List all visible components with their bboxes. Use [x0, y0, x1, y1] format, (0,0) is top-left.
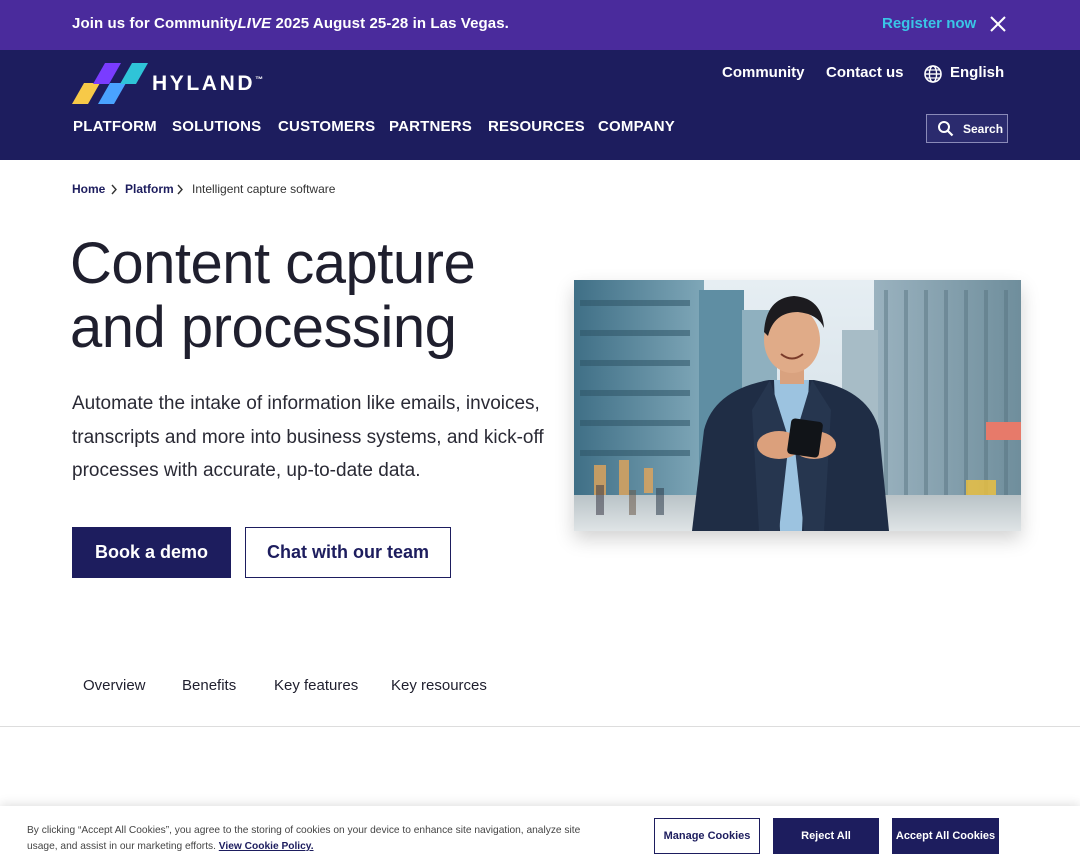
breadcrumb-current: Intelligent capture software	[192, 182, 336, 196]
search-button[interactable]: Search	[926, 114, 1008, 143]
chevron-right-icon	[177, 184, 183, 195]
contact-us-link[interactable]: Contact us	[826, 64, 904, 81]
page-title-line-2: and processing	[70, 295, 457, 360]
logo-wordmark: HYLAND™	[152, 72, 263, 96]
language-selector[interactable]: English	[950, 64, 1004, 81]
tab-key-resources[interactable]: Key resources	[391, 677, 487, 694]
community-link[interactable]: Community	[722, 64, 805, 81]
search-label: Search	[963, 122, 1004, 136]
accept-all-cookies-button[interactable]: Accept All Cookies	[892, 818, 999, 854]
site-header: HYLAND™ Community Contact us English PLA…	[0, 50, 1080, 160]
cookie-banner: By clicking “Accept All Cookies”, you ag…	[0, 806, 1080, 864]
hero-description-line-1: Automate the intake of information like …	[72, 393, 540, 414]
hyland-logo-mark-icon	[72, 63, 148, 104]
nav-solutions[interactable]: SOLUTIONS	[172, 118, 261, 135]
hero-description-line-3: processes with accurate, up-to-date data…	[72, 460, 421, 481]
breadcrumb-home[interactable]: Home	[72, 182, 105, 196]
logo-name: HYLAND	[152, 72, 256, 95]
search-icon	[938, 121, 954, 137]
logo-trademark: ™	[255, 75, 264, 84]
nav-resources[interactable]: RESOURCES	[488, 118, 585, 135]
cookie-text: By clicking “Accept All Cookies”, you ag…	[27, 823, 607, 855]
hyland-logo[interactable]: HYLAND™	[72, 63, 272, 105]
close-icon[interactable]	[988, 14, 1008, 34]
hero-description-line-2: transcripts and more into business syste…	[72, 426, 544, 448]
chat-with-team-button[interactable]: Chat with our team	[245, 527, 451, 578]
tab-benefits[interactable]: Benefits	[182, 677, 236, 694]
tab-overview[interactable]: Overview	[83, 677, 146, 694]
section-divider	[0, 726, 1080, 727]
reject-all-button[interactable]: Reject All	[773, 818, 879, 854]
page-title-line-1: Content capture	[70, 231, 476, 296]
cookie-text-line-2-body: usage, and assist in our marketing effor…	[27, 841, 216, 852]
announcement-italic: LIVE	[237, 15, 272, 32]
book-demo-button[interactable]: Book a demo	[72, 527, 231, 578]
manage-cookies-button[interactable]: Manage Cookies	[654, 818, 760, 854]
hero-description: Automate the intake of information like …	[72, 387, 544, 488]
businessman-with-phone-photo-icon	[574, 280, 1021, 531]
tab-key-features[interactable]: Key features	[274, 677, 358, 694]
announcement-prefix: Join us for Community	[72, 15, 238, 32]
chevron-right-icon	[111, 184, 117, 195]
cookie-text-line-1: By clicking “Accept All Cookies”, you ag…	[27, 825, 581, 836]
nav-partners[interactable]: PARTNERS	[389, 118, 472, 135]
announcement-suffix: 2025 August 25-28 in Las Vegas.	[271, 15, 509, 32]
hero-image	[574, 280, 1021, 531]
nav-customers[interactable]: CUSTOMERS	[278, 118, 375, 135]
nav-platform[interactable]: PLATFORM	[73, 118, 157, 135]
nav-company[interactable]: COMPANY	[598, 118, 675, 135]
announcement-bar: Join us for CommunityLIVE 2025 August 25…	[0, 0, 1080, 50]
announcement-text: Join us for CommunityLIVE 2025 August 25…	[72, 15, 509, 32]
globe-icon[interactable]	[923, 64, 943, 84]
cookie-policy-link[interactable]: View Cookie Policy.	[219, 841, 314, 852]
breadcrumb-platform[interactable]: Platform	[125, 182, 174, 196]
register-now-link[interactable]: Register now	[882, 15, 976, 32]
cookie-text-line-2: usage, and assist in our marketing effor…	[27, 839, 607, 855]
page-title: Content capture and processing	[70, 232, 540, 360]
